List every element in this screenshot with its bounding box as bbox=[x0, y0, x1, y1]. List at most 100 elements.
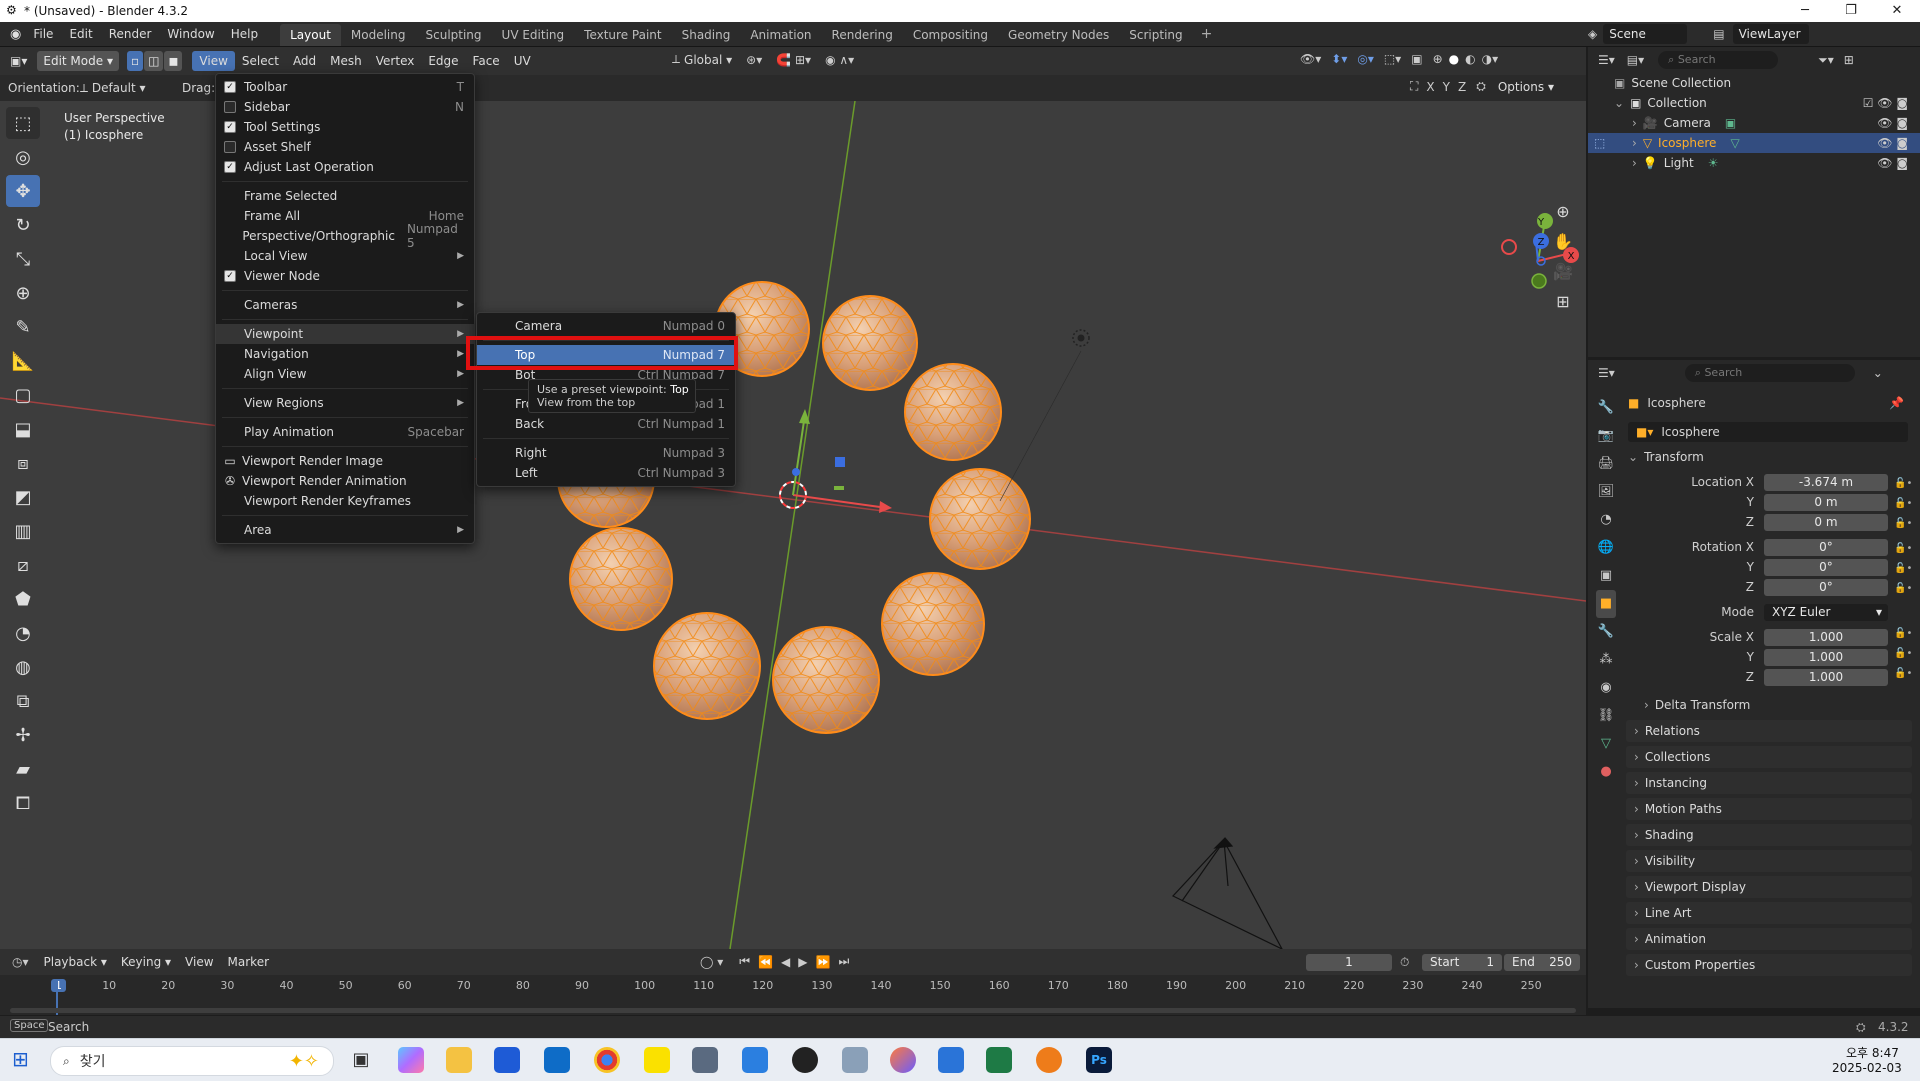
rotation-y-field[interactable]: 0° bbox=[1764, 559, 1888, 576]
app-icon-2[interactable] bbox=[890, 1047, 916, 1073]
shrink-tool-icon[interactable]: ✢ bbox=[6, 719, 40, 751]
scale-x-field[interactable]: 1.000 bbox=[1764, 629, 1888, 646]
tab-rendering[interactable]: Rendering bbox=[822, 24, 903, 46]
mesh-menu-button[interactable]: Mesh bbox=[323, 47, 369, 75]
transform-tool-icon[interactable]: ⊕ bbox=[6, 277, 40, 309]
face-select-icon[interactable]: ◼ bbox=[164, 51, 183, 71]
panel-motion-paths[interactable]: › Motion Paths bbox=[1626, 798, 1912, 820]
menu-item-align-view[interactable]: Align View ▶ bbox=[216, 364, 474, 384]
excel-icon[interactable] bbox=[986, 1047, 1012, 1073]
outliner-editor-icon[interactable]: ☰▾ bbox=[1598, 53, 1615, 67]
pin-icon[interactable]: 📌 bbox=[1889, 396, 1904, 410]
orientation-selector[interactable]: ⟂ Default ▾ bbox=[80, 81, 146, 96]
smooth-tool-icon[interactable]: ◍ bbox=[6, 651, 40, 683]
menu-item-asset-shelf[interactable]: Asset Shelf bbox=[216, 137, 474, 157]
mesh-edit-overlay-icon[interactable]: ⬚▾ bbox=[1384, 52, 1401, 66]
menu-item-viewpoint[interactable]: Viewpoint ▶ bbox=[216, 324, 474, 344]
panel-animation[interactable]: › Animation bbox=[1626, 928, 1912, 950]
lock-scale-x-icon[interactable]: 🔓• bbox=[1894, 624, 1912, 644]
outliner-search-input[interactable]: ⌕ Search bbox=[1658, 51, 1779, 69]
vertex-menu-button[interactable]: Vertex bbox=[369, 47, 422, 75]
maximize-button[interactable]: ❐ bbox=[1828, 0, 1874, 22]
modifier-properties-icon[interactable]: 🔧 bbox=[1596, 618, 1616, 646]
rendered-shading-icon[interactable]: ◑▾ bbox=[1482, 52, 1499, 66]
tab-modeling[interactable]: Modeling bbox=[341, 24, 416, 46]
menu-item-navigation[interactable]: Navigation ▶ bbox=[216, 344, 474, 364]
location-z-field[interactable]: 0 m bbox=[1764, 514, 1888, 531]
scale-z-field[interactable]: 1.000 bbox=[1764, 669, 1888, 686]
menu-item-sidebar[interactable]: Sidebar N bbox=[216, 97, 474, 117]
add-workspace-icon[interactable]: + bbox=[1193, 26, 1221, 42]
edge-select-icon[interactable]: ◫ bbox=[144, 51, 164, 71]
menu-item-viewer-node[interactable]: ✓ Viewer Node bbox=[216, 266, 474, 286]
mirror-icon[interactable]: ⛶ bbox=[1410, 79, 1418, 94]
task-view-icon[interactable]: ▣ bbox=[348, 1047, 374, 1073]
move-tool-icon[interactable]: ✥ bbox=[6, 175, 40, 207]
keying-menu[interactable]: Keying ▾ bbox=[114, 948, 178, 976]
recorder-icon[interactable] bbox=[792, 1047, 818, 1073]
solid-shading-icon[interactable]: ● bbox=[1449, 52, 1459, 66]
menu-render[interactable]: Render bbox=[101, 22, 160, 46]
tab-animation[interactable]: Animation bbox=[740, 24, 821, 46]
lock-scale-y-icon[interactable]: 🔓• bbox=[1894, 644, 1912, 664]
tool-properties-icon[interactable]: 🔧 bbox=[1596, 394, 1616, 422]
axis-z-toggle[interactable]: Z bbox=[1458, 80, 1466, 94]
menu-item-view-regions[interactable]: View Regions ▶ bbox=[216, 393, 474, 413]
menu-item-toolbar[interactable]: ✓ Toolbar T bbox=[216, 77, 474, 97]
minimize-button[interactable]: ─ bbox=[1782, 0, 1828, 22]
mode-selector[interactable]: Edit Mode ▾ bbox=[37, 51, 119, 71]
rotation-x-field[interactable]: 0° bbox=[1764, 539, 1888, 556]
panel-viewport-display[interactable]: › Viewport Display bbox=[1626, 876, 1912, 898]
knife-tool-icon[interactable]: ⧄ bbox=[6, 549, 40, 581]
select-box-icon[interactable]: ⬚ bbox=[6, 107, 40, 139]
lock-location-y-icon[interactable]: 🔓• bbox=[1894, 494, 1912, 514]
loop-cut-tool-icon[interactable]: ▥ bbox=[6, 515, 40, 547]
menu-item-adjust-last-operation[interactable]: ✓ Adjust Last Operation bbox=[216, 157, 474, 177]
auto-keying-icon[interactable]: ◯ ▾ bbox=[700, 955, 723, 969]
object-properties-icon[interactable]: ■ bbox=[1596, 590, 1616, 618]
file-explorer-icon[interactable] bbox=[446, 1047, 472, 1073]
lock-scale-z-icon[interactable]: 🔓• bbox=[1894, 664, 1912, 684]
jump-end-icon[interactable]: ⏭ bbox=[838, 954, 849, 969]
world-properties-icon[interactable]: 🌐 bbox=[1596, 534, 1616, 562]
lock-rotation-z-icon[interactable]: 🔓• bbox=[1894, 579, 1912, 599]
tab-scripting[interactable]: Scripting bbox=[1119, 24, 1192, 46]
timeline-scrollbar[interactable] bbox=[10, 1008, 1576, 1013]
outliner-scene-collection[interactable]: ▣ Scene Collection bbox=[1588, 73, 1920, 93]
render-properties-icon[interactable]: 📷 bbox=[1596, 422, 1616, 450]
cursor-tool-icon[interactable]: ◎ bbox=[6, 141, 40, 173]
view-layer-selector[interactable]: ViewLayer bbox=[1732, 24, 1809, 44]
viewpoint-right[interactable]: Right Numpad 3 bbox=[477, 443, 735, 463]
viewpoint-camera[interactable]: Camera Numpad 0 bbox=[477, 316, 735, 336]
lock-rotation-y-icon[interactable]: 🔓• bbox=[1894, 559, 1912, 579]
outliner-item-light[interactable]: › 💡 Light ☀ 👁 ◙ bbox=[1588, 153, 1920, 173]
pivot-icon[interactable]: ⊛▾ bbox=[746, 53, 762, 67]
menu-item-area[interactable]: Area ▶ bbox=[216, 520, 474, 540]
camera-visibility-icons[interactable]: 👁 ◙ bbox=[1877, 116, 1908, 130]
location-x-field[interactable]: -3.674 m bbox=[1764, 474, 1888, 491]
zoom-icon[interactable]: ⊕ bbox=[1550, 197, 1576, 227]
location-y-field[interactable]: 0 m bbox=[1764, 494, 1888, 511]
menu-item-viewport-render-animation[interactable]: ✇ Viewport Render Animation bbox=[216, 471, 474, 491]
rip-tool-icon[interactable]: ⧠ bbox=[6, 787, 40, 819]
tab-compositing[interactable]: Compositing bbox=[903, 24, 998, 46]
scene-properties-icon[interactable]: ◔ bbox=[1596, 506, 1616, 534]
icosphere-visibility-icons[interactable]: 👁 ◙ bbox=[1877, 136, 1908, 150]
proportional-edit-icon[interactable]: ◉ ∧▾ bbox=[825, 53, 854, 67]
playback-menu[interactable]: Playback ▾ bbox=[37, 948, 114, 976]
bevel-tool-icon[interactable]: ◩ bbox=[6, 481, 40, 513]
rotation-z-field[interactable]: 0° bbox=[1764, 579, 1888, 596]
photoshop-icon[interactable]: Ps bbox=[1086, 1047, 1112, 1073]
panel-line-art[interactable]: › Line Art bbox=[1626, 902, 1912, 924]
physics-properties-icon[interactable]: ◉ bbox=[1596, 674, 1616, 702]
output-properties-icon[interactable]: 🖨 bbox=[1596, 450, 1616, 478]
select-menu-button[interactable]: Select bbox=[235, 47, 286, 75]
copilot-app-icon[interactable] bbox=[398, 1047, 424, 1073]
properties-search-input[interactable]: ⌕ Search bbox=[1684, 364, 1855, 382]
panel-instancing[interactable]: › Instancing bbox=[1626, 772, 1912, 794]
auto-merge-icon[interactable]: ⛭ bbox=[1476, 79, 1486, 94]
viewpoint-back[interactable]: Back Ctrl Numpad 1 bbox=[477, 414, 735, 434]
tab-geometry-nodes[interactable]: Geometry Nodes bbox=[998, 24, 1119, 46]
collection-properties-icon[interactable]: ▣ bbox=[1596, 562, 1616, 590]
view-layer-properties-icon[interactable]: 🖼 bbox=[1596, 478, 1616, 506]
